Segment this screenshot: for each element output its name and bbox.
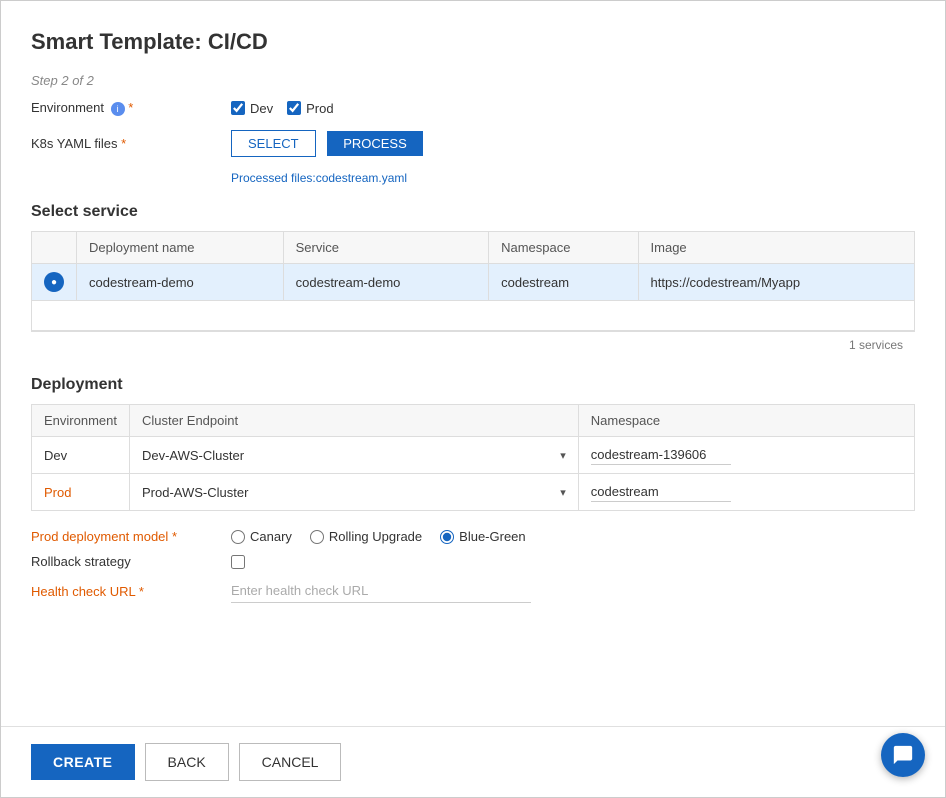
selected-radio-icon: ● [44,272,64,292]
row-namespace: codestream [489,264,638,301]
cancel-button[interactable]: CANCEL [239,743,342,781]
radio-rolling[interactable]: Rolling Upgrade [310,529,422,544]
prod-deployment-model-label: Prod deployment model * [31,529,231,544]
env-dev-checkbox[interactable]: Dev [231,101,273,116]
rollback-checkbox[interactable] [231,555,245,569]
radio-bluegreen[interactable]: Blue-Green [440,529,525,544]
dep-ns-dev-input[interactable] [591,445,731,465]
k8s-label: K8s YAML files * [31,136,231,151]
select-service-title: Select service [31,203,915,221]
col-service-header: Service [283,232,488,264]
environment-checkboxes: Dev Prod [231,101,334,116]
dep-cluster-prod: Prod-AWS-Cluster ▾ [129,474,578,511]
dep-col-cluster-header: Cluster Endpoint [129,405,578,437]
deployment-title: Deployment [31,376,915,394]
dep-cluster-dev: Dev-AWS-Cluster ▾ [129,437,578,474]
process-button[interactable]: PROCESS [327,131,423,156]
modal-body: Smart Template: CI/CD Step 2 of 2 Enviro… [1,1,945,726]
table-row[interactable]: ● codestream-demo codestream-demo codest… [32,264,915,301]
empty-row [32,301,915,331]
rollback-row: Rollback strategy [31,554,915,569]
dep-cluster-dev-value: Dev-AWS-Cluster [142,448,244,463]
col-radio-header [32,232,77,264]
health-check-row: Health check URL * [31,579,915,603]
select-button[interactable]: SELECT [231,130,316,157]
modal-container: Smart Template: CI/CD Step 2 of 2 Enviro… [0,0,946,798]
services-count: 1 services [31,331,915,358]
col-image-header: Image [638,232,914,264]
deployment-table: Environment Cluster Endpoint Namespace D… [31,404,915,511]
create-button[interactable]: CREATE [31,744,135,780]
processed-files-text: Processed files:codestream.yaml [231,171,915,185]
chevron-down-icon: ▾ [560,449,566,462]
dep-col-env-header: Environment [32,405,130,437]
info-icon[interactable]: i [111,102,125,116]
dep-row-prod: Prod Prod-AWS-Cluster ▾ [32,474,915,511]
environment-label: Environment i * [31,100,231,116]
dep-env-prod: Prod [32,474,130,511]
dep-ns-prod [578,474,914,511]
rollback-label: Rollback strategy [31,554,231,569]
health-check-input[interactable] [231,579,531,603]
chat-icon [892,744,914,766]
page-title: Smart Template: CI/CD [31,29,915,55]
env-prod-checkbox[interactable]: Prod [287,101,333,116]
dep-cluster-prod-value: Prod-AWS-Cluster [142,485,248,500]
chevron-down-icon: ▾ [560,486,566,499]
health-check-label: Health check URL * [31,584,231,599]
col-namespace-header: Namespace [489,232,638,264]
row-service: codestream-demo [283,264,488,301]
dep-row-dev: Dev Dev-AWS-Cluster ▾ [32,437,915,474]
step-label: Step 2 of 2 [31,73,915,88]
dep-ns-dev [578,437,914,474]
service-table: Deployment name Service Namespace Image [31,231,915,331]
dep-col-ns-header: Namespace [578,405,914,437]
radio-canary[interactable]: Canary [231,529,292,544]
row-image: https://codestream/Myapp [638,264,914,301]
dep-env-dev: Dev [32,437,130,474]
back-button[interactable]: BACK [145,743,229,781]
row-deployment-name: codestream-demo [77,264,284,301]
row-radio: ● [32,264,77,301]
chat-fab-button[interactable] [881,733,925,777]
prod-deployment-radio-group: Canary Rolling Upgrade Blue-Green [231,529,526,544]
col-deployment-header: Deployment name [77,232,284,264]
prod-deployment-model-row: Prod deployment model * Canary Rolling U… [31,529,915,544]
environment-row: Environment i * Dev Prod [31,100,915,116]
modal-footer: CREATE BACK CANCEL [1,726,945,797]
k8s-yaml-row: K8s YAML files * SELECT PROCESS [31,130,915,157]
dep-ns-prod-input[interactable] [591,482,731,502]
k8s-buttons: SELECT PROCESS [231,130,423,157]
